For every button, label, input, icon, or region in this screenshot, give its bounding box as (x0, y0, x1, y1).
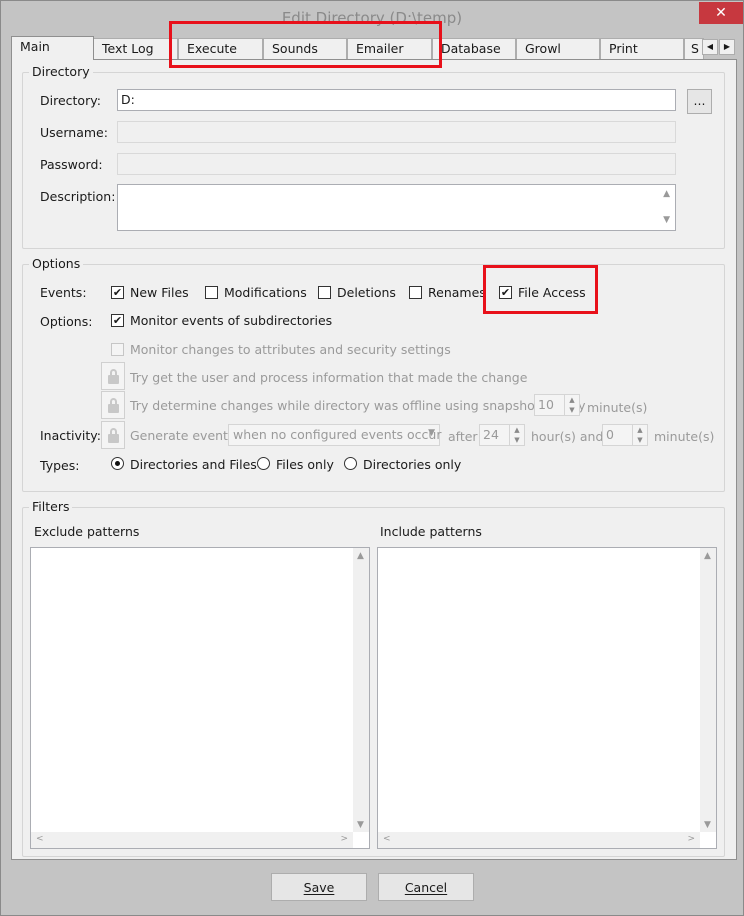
file-access-highlight-box (483, 265, 598, 314)
include-scroll-up-icon[interactable]: ▲ (704, 551, 711, 561)
snapshots-lock-icon[interactable] (101, 391, 125, 419)
deletions-checkbox[interactable] (318, 286, 331, 299)
exclude-patterns-list[interactable]: ▲ ▼ < > (30, 547, 370, 849)
tabs-highlight-box (169, 21, 442, 68)
exclude-scroll-left-icon[interactable]: < (36, 834, 44, 844)
filters-group-title: Filters (29, 499, 73, 514)
chevron-down-icon: ▼ (428, 428, 435, 438)
after-label: after (448, 429, 478, 444)
snapshots-label: Try determine changes while directory wa… (130, 398, 586, 413)
types-directories-only-radio[interactable] (344, 457, 357, 470)
inactivity-label: Inactivity: (40, 428, 101, 443)
monitor-attributes-label: Monitor changes to attributes and securi… (130, 342, 451, 357)
include-horizontal-scrollbar[interactable]: < > (378, 832, 700, 848)
snapshots-minutes-stepper[interactable]: 10 ▲ ▼ (534, 394, 580, 416)
tab-scroll-left-icon[interactable]: ◀ (702, 39, 718, 55)
hours-stepper[interactable]: 24 ▲ ▼ (479, 424, 525, 446)
new-files-label: New Files (130, 285, 189, 300)
new-files-checkbox[interactable]: ✔ (111, 286, 124, 299)
username-label: Username: (40, 125, 108, 140)
events-label: Events: (40, 285, 87, 300)
include-scroll-right-icon[interactable]: > (687, 834, 695, 844)
renames-label: Renames (428, 285, 486, 300)
directory-input[interactable]: D: (117, 89, 676, 111)
options-label: Options: (40, 314, 93, 329)
password-input[interactable] (117, 153, 676, 175)
username-input[interactable] (117, 121, 676, 143)
cancel-button-label: Cancel (404, 880, 448, 895)
deletions-label: Deletions (337, 285, 396, 300)
types-directories-and-files-radio[interactable] (111, 457, 124, 470)
description-label: Description: (40, 189, 116, 204)
exclude-scroll-right-icon[interactable]: > (340, 834, 348, 844)
monitor-subdirs-label: Monitor events of subdirectories (130, 313, 333, 328)
monitor-attributes-checkbox[interactable] (111, 343, 124, 356)
description-scroll-up-icon[interactable]: ▲ (663, 189, 670, 199)
types-files-only-radio[interactable] (257, 457, 270, 470)
include-vertical-scrollbar[interactable]: ▲ ▼ (700, 548, 716, 832)
exclude-vertical-scrollbar[interactable]: ▲ ▼ (353, 548, 369, 832)
snapshots-stepper-arrows-icon[interactable]: ▲ ▼ (564, 395, 579, 415)
types-directories-and-files-label: Directories and Files (130, 457, 257, 472)
include-scroll-left-icon[interactable]: < (383, 834, 391, 844)
snapshots-unit-label: minute(s) (587, 400, 648, 415)
types-files-only-label: Files only (276, 457, 334, 472)
exclude-patterns-label: Exclude patterns (34, 524, 140, 539)
description-textarea[interactable]: ▲ ▼ (117, 184, 676, 231)
minutes-value: 0 (606, 427, 614, 442)
description-scroll-down-icon[interactable]: ▼ (663, 215, 670, 225)
include-scroll-down-icon[interactable]: ▼ (704, 820, 711, 830)
exclude-horizontal-scrollbar[interactable]: < > (31, 832, 353, 848)
directory-group-title: Directory (29, 64, 93, 79)
cancel-button[interactable]: Cancel (378, 873, 474, 901)
minutes-stepper[interactable]: 0 ▲ ▼ (602, 424, 648, 446)
include-patterns-list[interactable]: ▲ ▼ < > (377, 547, 717, 849)
modifications-checkbox[interactable] (205, 286, 218, 299)
minutes-unit-label: minute(s) (654, 429, 715, 444)
generate-when-select[interactable]: when no configured events occur ▼ (228, 424, 442, 446)
close-button[interactable]: ✕ (699, 2, 743, 24)
hours-value: 24 (483, 427, 499, 442)
generate-event-label: Generate event (130, 428, 228, 443)
tab-main[interactable]: Main (11, 36, 94, 60)
tab-s[interactable]: S (684, 38, 704, 59)
save-button-label: Save (303, 880, 335, 895)
directory-label: Directory: (40, 93, 101, 108)
snapshots-minutes-value: 10 (538, 397, 554, 412)
hours-and-label: hour(s) and (531, 429, 604, 444)
options-group-title: Options (29, 256, 84, 271)
user-info-lock-icon[interactable] (101, 362, 125, 390)
types-directories-only-label: Directories only (363, 457, 462, 472)
tab-database[interactable]: Database (432, 38, 516, 59)
tab-print[interactable]: Print (600, 38, 684, 59)
types-label: Types: (40, 458, 80, 473)
tab-scroll-right-icon[interactable]: ▶ (719, 39, 735, 55)
user-process-info-label: Try get the user and process information… (130, 370, 528, 385)
main-tab-panel: Directory Directory: D: ... Username: Pa… (11, 59, 737, 860)
include-patterns-label: Include patterns (380, 524, 482, 539)
hours-stepper-arrows-icon[interactable]: ▲ ▼ (509, 425, 524, 445)
password-label: Password: (40, 157, 103, 172)
inactivity-lock-icon[interactable] (101, 421, 125, 449)
tab-growl[interactable]: Growl (516, 38, 600, 59)
minutes-stepper-arrows-icon[interactable]: ▲ ▼ (632, 425, 647, 445)
tab-text-log[interactable]: Text Log (93, 38, 178, 59)
edit-directory-window: Edit Directory (D:\temp) ✕ Text Log Exec… (0, 0, 744, 916)
modifications-label: Modifications (224, 285, 307, 300)
generate-when-value: when no configured events occur (233, 427, 442, 442)
browse-button[interactable]: ... (687, 89, 712, 114)
monitor-subdirs-checkbox[interactable]: ✔ (111, 314, 124, 327)
exclude-scroll-down-icon[interactable]: ▼ (357, 820, 364, 830)
renames-checkbox[interactable] (409, 286, 422, 299)
save-button[interactable]: Save (271, 873, 367, 901)
exclude-scroll-up-icon[interactable]: ▲ (357, 551, 364, 561)
